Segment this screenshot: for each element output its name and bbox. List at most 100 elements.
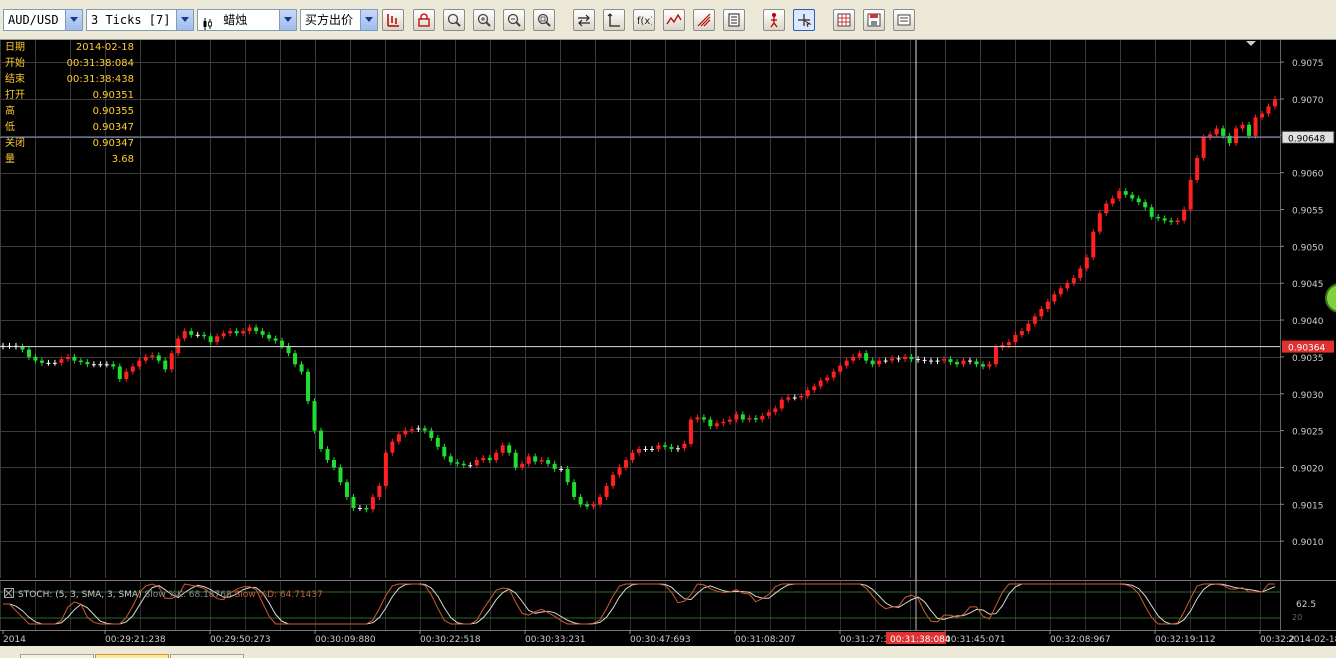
candle-body bbox=[98, 364, 103, 366]
candle-body bbox=[948, 359, 953, 363]
chevron-down-icon[interactable] bbox=[360, 10, 377, 30]
price-tick-label: 0.9075 bbox=[1292, 59, 1324, 69]
candle-body bbox=[1266, 106, 1271, 114]
zoom-fit-button[interactable] bbox=[443, 9, 465, 31]
candle-body bbox=[669, 446, 674, 450]
candle-body bbox=[429, 430, 434, 438]
candle-body bbox=[481, 457, 486, 461]
candle-body bbox=[825, 377, 830, 381]
chevron-down-icon[interactable] bbox=[176, 10, 193, 30]
stoch-level-label: 62.5 bbox=[1296, 600, 1316, 610]
candle-body bbox=[280, 340, 285, 346]
signal-button[interactable] bbox=[693, 9, 715, 31]
chevron-down-icon[interactable] bbox=[65, 10, 82, 30]
grid-button[interactable] bbox=[833, 9, 855, 31]
candle-body bbox=[46, 362, 51, 364]
time-tick-label: 00:32:19:112 bbox=[1155, 635, 1216, 645]
candle-body bbox=[637, 449, 641, 453]
zoom-fit-icon bbox=[447, 13, 461, 27]
tab-3[interactable] bbox=[170, 654, 244, 658]
zoom-out-button[interactable] bbox=[503, 9, 525, 31]
candle-body bbox=[319, 430, 323, 450]
info-row: 高 0.90355 bbox=[0, 104, 140, 120]
axis-button[interactable] bbox=[603, 9, 625, 31]
candle-body bbox=[182, 331, 187, 339]
candle-body bbox=[1026, 323, 1031, 332]
zoom-in-button[interactable] bbox=[473, 9, 495, 31]
candle-body bbox=[351, 496, 356, 508]
candle-body bbox=[643, 449, 648, 451]
candle-body bbox=[306, 371, 311, 402]
candle-body bbox=[591, 504, 596, 507]
candle-body bbox=[370, 496, 375, 510]
chart-type-select[interactable]: 蜡烛 bbox=[197, 9, 297, 31]
crosshair-button[interactable] bbox=[793, 9, 815, 31]
candle-body bbox=[1221, 128, 1226, 136]
candle-body bbox=[708, 419, 713, 427]
candle-body bbox=[377, 485, 382, 497]
close-icon[interactable] bbox=[4, 588, 14, 598]
bars-button[interactable] bbox=[382, 9, 404, 31]
candle-body bbox=[980, 364, 985, 367]
candle-body bbox=[585, 504, 590, 507]
candle-body bbox=[773, 408, 778, 413]
function-button[interactable]: f(x) bbox=[633, 9, 655, 31]
properties-button[interactable] bbox=[893, 9, 915, 31]
price-tick-label: 0.9060 bbox=[1292, 170, 1324, 180]
info-value: 00:31:38:084 bbox=[66, 58, 134, 69]
candle-body bbox=[935, 360, 940, 362]
price-tick-label: 0.9015 bbox=[1292, 501, 1324, 511]
indicator-button[interactable] bbox=[663, 9, 685, 31]
price-chart[interactable]: 0.90750.90700.90650.90600.90550.90500.90… bbox=[0, 40, 1336, 580]
candle-body bbox=[649, 449, 654, 451]
candle-body bbox=[1110, 198, 1115, 204]
lock-button[interactable] bbox=[413, 9, 435, 31]
figure-icon bbox=[770, 13, 778, 28]
candle-body bbox=[176, 338, 181, 354]
info-label: 关闭 bbox=[5, 138, 25, 149]
candle-body bbox=[1143, 202, 1148, 208]
candle-body bbox=[474, 460, 479, 466]
info-row: 量 3.68 bbox=[0, 152, 140, 168]
stoch-legend-d: Slow %D: 64.71437 bbox=[234, 590, 323, 600]
candle-body bbox=[293, 353, 298, 365]
candle-body bbox=[721, 421, 726, 424]
save-button[interactable] bbox=[863, 9, 885, 31]
function-icon: f(x) bbox=[637, 16, 652, 27]
stoch-legend-main: STOCH: (5, 3, SMA, 3, SMA) bbox=[18, 590, 142, 600]
candle bbox=[993, 344, 998, 368]
candle-body bbox=[448, 456, 453, 463]
candle-body bbox=[526, 456, 531, 464]
time-tick-label: 00:30:33:231 bbox=[525, 635, 586, 645]
save-icon bbox=[867, 13, 881, 27]
info-label: 结束 bbox=[5, 74, 25, 85]
time-tick-label: 00:31:27:3 bbox=[840, 635, 889, 645]
symbol-select[interactable]: AUD/USD bbox=[3, 9, 83, 31]
candle-body bbox=[896, 358, 901, 360]
time-tick-label: 00:30:09:880 bbox=[315, 635, 376, 645]
ticks-select[interactable]: 3 Ticks [7] bbox=[86, 9, 194, 31]
zoom-reset-button[interactable] bbox=[533, 9, 555, 31]
price-tick-label: 0.9045 bbox=[1292, 280, 1324, 290]
crosshair-icon bbox=[798, 14, 812, 28]
scroll-button[interactable] bbox=[573, 9, 595, 31]
tab-2[interactable] bbox=[95, 654, 169, 658]
figure-button[interactable] bbox=[763, 9, 785, 31]
candle-body bbox=[967, 360, 972, 362]
candle-body bbox=[435, 437, 440, 447]
candle-body bbox=[870, 360, 875, 365]
info-label: 日期 bbox=[5, 42, 25, 53]
price-type-select[interactable]: 买方出价 bbox=[300, 9, 378, 31]
bars-icon bbox=[387, 14, 399, 27]
candle-body bbox=[422, 428, 427, 431]
candle-body bbox=[890, 358, 895, 361]
chevron-down-icon[interactable] bbox=[279, 10, 296, 30]
candle-body bbox=[396, 434, 401, 442]
candle-body bbox=[52, 362, 57, 364]
candle-body bbox=[572, 482, 577, 497]
price-tick-label: 0.9050 bbox=[1292, 243, 1324, 253]
news-button[interactable] bbox=[723, 9, 745, 31]
tab-1[interactable] bbox=[20, 654, 94, 658]
candle-body bbox=[409, 429, 414, 431]
candle-body bbox=[1032, 316, 1037, 324]
